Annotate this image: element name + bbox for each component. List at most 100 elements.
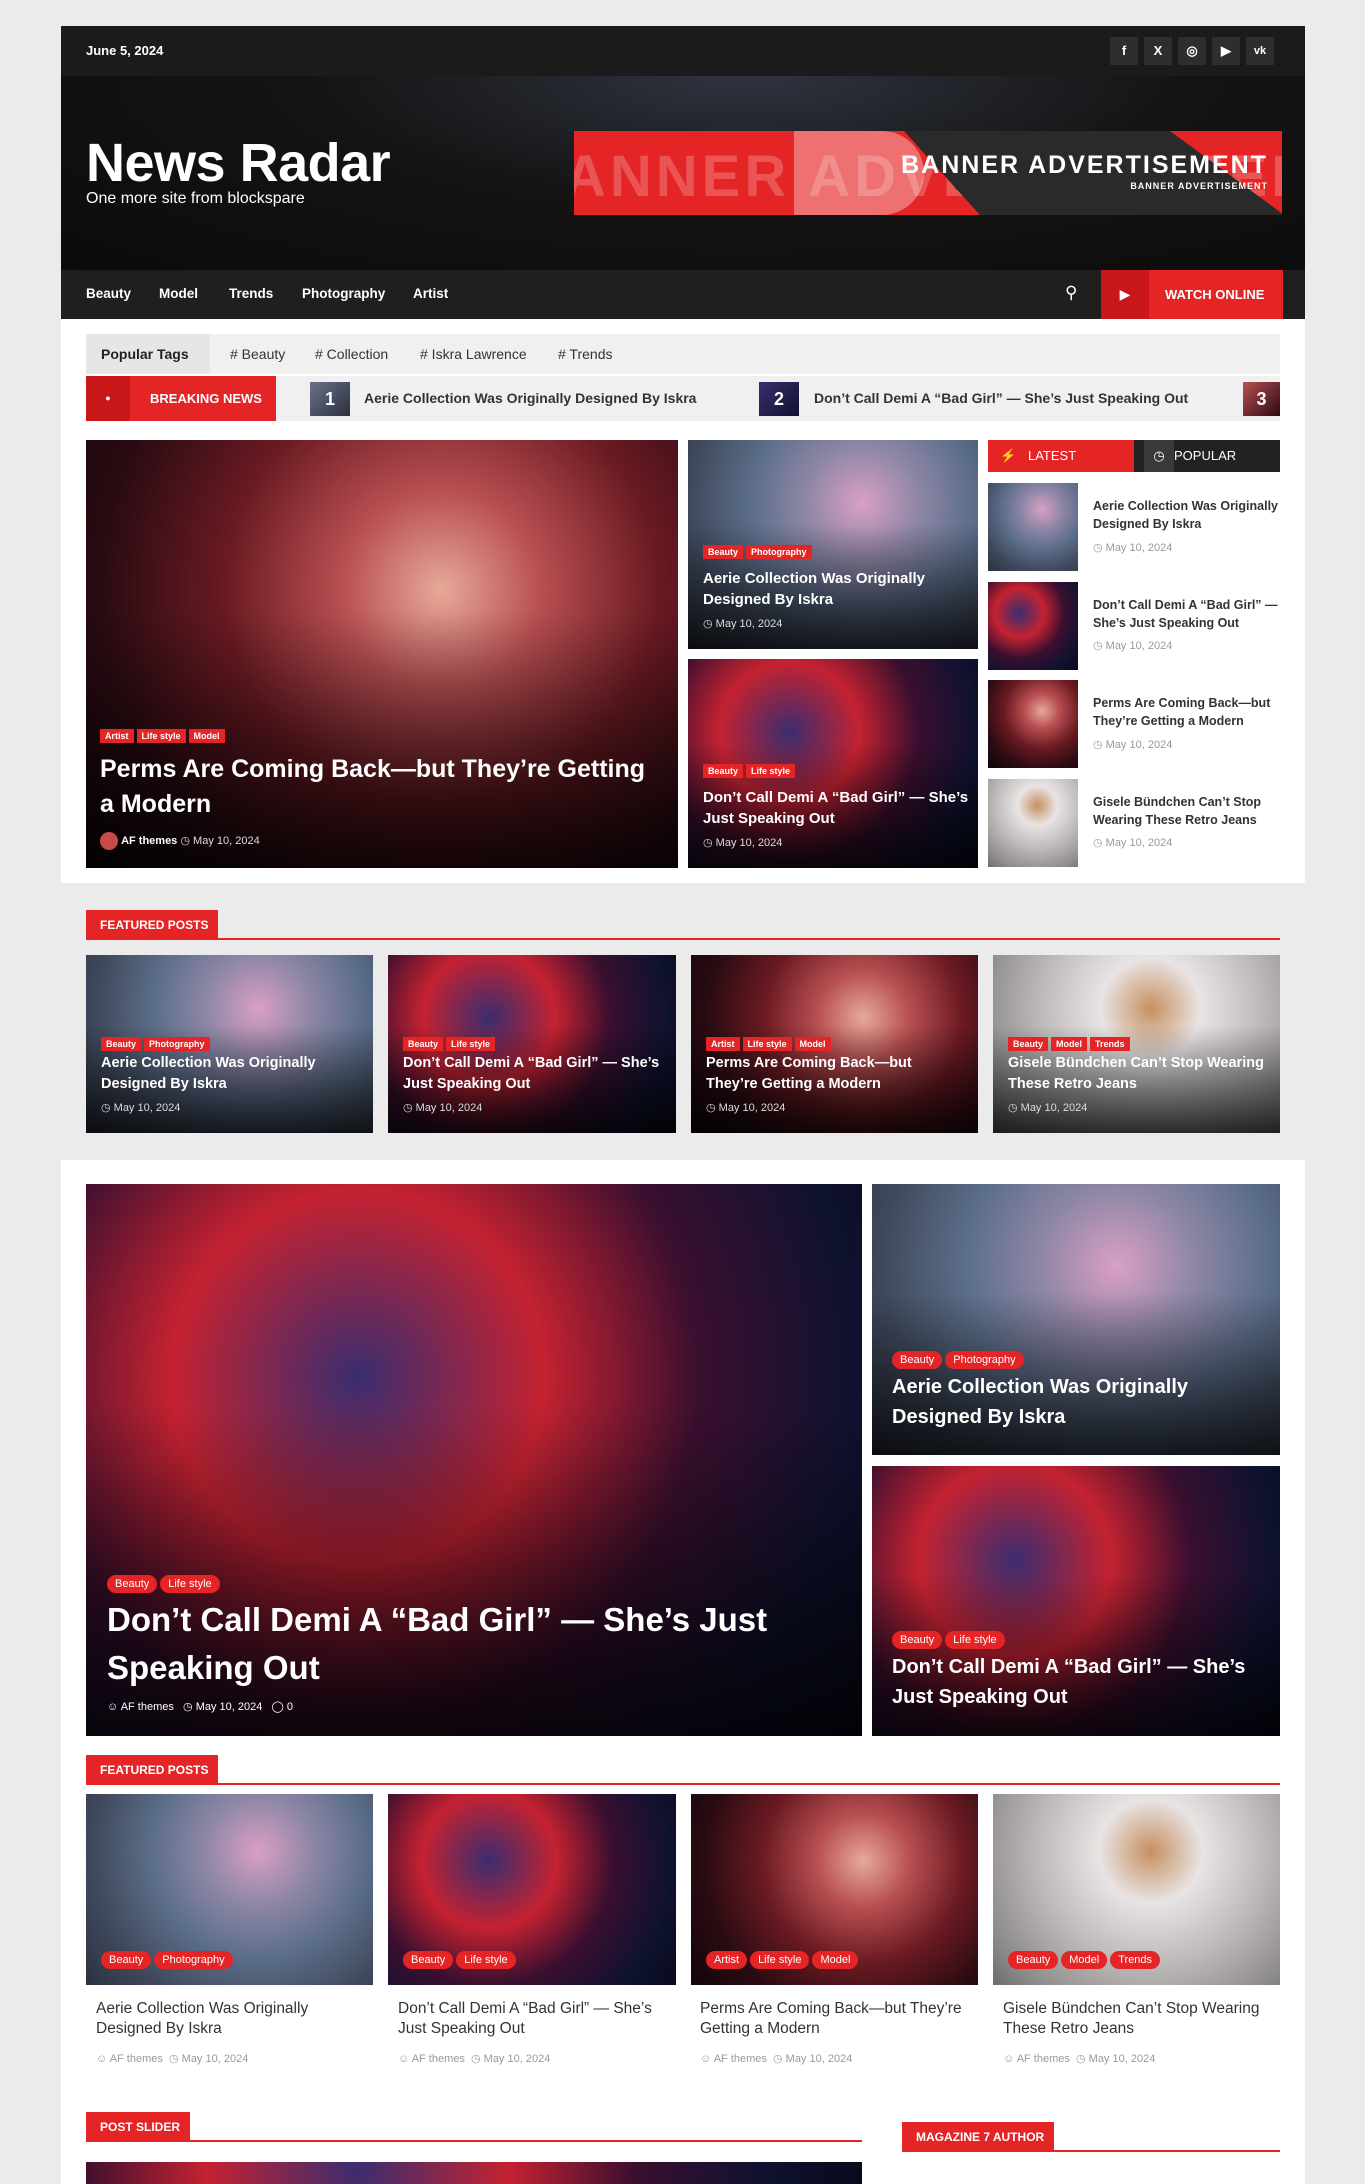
featured-card-thumb[interactable]: Beauty Photography: [86, 1794, 373, 1985]
post-author[interactable]: AF themes: [714, 2053, 767, 2065]
category-badge[interactable]: Model: [1061, 1951, 1108, 1969]
featured-card[interactable]: Artist Life style Model Perms Are Coming B…: [691, 955, 978, 1133]
ticker-thumb[interactable]: 3: [1243, 382, 1280, 416]
category-badge[interactable]: Life style: [945, 1631, 1005, 1649]
featured-card-thumb[interactable]: Beauty Model Trends: [993, 1794, 1280, 1985]
ticker-item-title[interactable]: Don’t Call Demi A “Bad Girl” — She’s Jus…: [814, 390, 1188, 406]
site-title[interactable]: News Radar: [86, 132, 391, 194]
ticker-item-title[interactable]: Aerie Collection Was Originally Designed…: [364, 390, 696, 406]
category-badge[interactable]: Beauty: [101, 1951, 152, 1969]
category-badge[interactable]: Artist: [706, 1951, 748, 1969]
post-title[interactable]: Don’t Call Demi A “Bad Girl” — She’s Jus…: [703, 787, 973, 829]
category-badge[interactable]: Life style: [160, 1575, 220, 1593]
big-main-post[interactable]: Beauty Life style Don’t Call Demi A “Bad …: [86, 1184, 862, 1736]
category-badge[interactable]: Trends: [1090, 1037, 1130, 1051]
post-title[interactable]: Don’t Call Demi A “Bad Girl” — She’s Jus…: [892, 1652, 1262, 1712]
post-author[interactable]: AF themes: [110, 2053, 163, 2065]
list-item-thumb[interactable]: [988, 680, 1078, 768]
featured-card-thumb[interactable]: Beauty Life style: [388, 1794, 676, 1985]
category-badge[interactable]: Photography: [746, 545, 812, 559]
category-badge[interactable]: Artist: [100, 729, 134, 743]
hero-mid-post-1[interactable]: Beauty Photography Aerie Collection Was O…: [688, 440, 978, 649]
category-badge[interactable]: Beauty: [703, 545, 744, 559]
category-badge[interactable]: Beauty: [403, 1951, 454, 1969]
ticker-thumb[interactable]: 2: [759, 382, 799, 416]
instagram-icon[interactable]: ◎: [1178, 37, 1206, 65]
list-item-title[interactable]: Gisele Bündchen Can’t Stop Wearing These…: [1093, 793, 1283, 829]
category-badge[interactable]: Model: [1051, 1037, 1088, 1051]
tab-latest[interactable]: ⚡ LATEST: [988, 440, 1134, 472]
tab-popular[interactable]: ◷ POPULAR: [1134, 440, 1280, 472]
tag-trends[interactable]: # Trends: [558, 346, 612, 362]
list-item-thumb[interactable]: [988, 779, 1078, 867]
post-author[interactable]: AF themes: [1017, 2053, 1070, 2065]
watch-online-button[interactable]: ▶ WATCH ONLINE: [1101, 270, 1283, 319]
category-badge[interactable]: Beauty: [403, 1037, 444, 1051]
category-badge[interactable]: Trends: [1110, 1951, 1161, 1969]
post-title[interactable]: Don’t Call Demi A “Bad Girl” — She’s Jus…: [107, 1596, 807, 1692]
category-badge[interactable]: Artist: [706, 1037, 740, 1051]
category-badge[interactable]: Life style: [136, 729, 186, 743]
category-badge[interactable]: Beauty: [107, 1575, 158, 1593]
category-badge[interactable]: Photography: [144, 1037, 210, 1051]
category-badge[interactable]: Model: [812, 1951, 859, 1969]
category-badge[interactable]: Model: [794, 1037, 831, 1051]
post-title[interactable]: Aerie Collection Was Originally Designed…: [101, 1053, 361, 1095]
tag-beauty[interactable]: # Beauty: [230, 346, 285, 362]
category-badge[interactable]: Beauty: [1008, 1951, 1059, 1969]
post-title[interactable]: Aerie Collection Was Originally Designed…: [892, 1372, 1262, 1432]
post-title[interactable]: Don’t Call Demi A “Bad Girl” — She’s Jus…: [403, 1053, 668, 1095]
list-item-title[interactable]: Perms Are Coming Back—but They’re Gettin…: [1093, 694, 1283, 730]
post-author[interactable]: AF themes: [121, 835, 177, 847]
comment-count[interactable]: 0: [287, 1701, 293, 1713]
list-item-title[interactable]: Don’t Call Demi A “Bad Girl” — She’s Jus…: [1093, 596, 1283, 632]
featured-card[interactable]: Beauty Photography Aerie Collection Was O…: [86, 955, 373, 1133]
featured-card[interactable]: Beauty Model Trends Gisele Bündchen Can’t …: [993, 955, 1280, 1133]
search-icon[interactable]: ⚲: [1065, 283, 1077, 303]
category-badge[interactable]: Life style: [456, 1951, 516, 1969]
ticker-thumb[interactable]: 1: [310, 382, 350, 416]
post-title[interactable]: Gisele Bündchen Can’t Stop Wearing These…: [1008, 1053, 1268, 1095]
youtube-icon[interactable]: ▶: [1212, 37, 1240, 65]
tag-collection[interactable]: # Collection: [315, 346, 388, 362]
facebook-icon[interactable]: f: [1110, 37, 1138, 65]
list-item-thumb[interactable]: [988, 582, 1078, 670]
vk-icon[interactable]: vk: [1246, 37, 1274, 65]
tag-iskra-lawrence[interactable]: # Iskra Lawrence: [420, 346, 527, 362]
nav-item-trends[interactable]: Trends: [229, 286, 273, 301]
category-badge[interactable]: Photography: [154, 1951, 233, 1969]
featured-card-thumb[interactable]: Artist Life style Model: [691, 1794, 978, 1985]
list-item-title[interactable]: Aerie Collection Was Originally Designed…: [1093, 497, 1283, 533]
featured-card[interactable]: Beauty Life style Don’t Call Demi A “Bad …: [388, 955, 676, 1133]
category-badge[interactable]: Beauty: [101, 1037, 142, 1051]
post-author[interactable]: AF themes: [121, 1701, 174, 1713]
post-title[interactable]: Aerie Collection Was Originally Designed…: [96, 1999, 366, 2039]
category-badge[interactable]: Life style: [446, 1037, 496, 1051]
category-badge[interactable]: Beauty: [892, 1351, 943, 1369]
hero-main-post[interactable]: Artist Life style Model Perms Are Coming B…: [86, 440, 678, 868]
category-badge[interactable]: Model: [188, 729, 225, 743]
hero-mid-post-2[interactable]: Beauty Life style Don’t Call Demi A “Bad …: [688, 659, 978, 868]
nav-item-artist[interactable]: Artist: [413, 286, 448, 301]
category-badge[interactable]: Beauty: [1008, 1037, 1049, 1051]
x-twitter-icon[interactable]: X: [1144, 37, 1172, 65]
category-badge[interactable]: Life style: [742, 1037, 792, 1051]
nav-item-beauty[interactable]: Beauty: [86, 286, 131, 301]
post-title[interactable]: Gisele Bündchen Can’t Stop Wearing These…: [1003, 1999, 1273, 2039]
list-item-thumb[interactable]: [988, 483, 1078, 571]
category-badge[interactable]: Life style: [750, 1951, 810, 1969]
post-title[interactable]: Perms Are Coming Back—but They’re Gettin…: [700, 1999, 970, 2039]
category-badge[interactable]: Life style: [746, 764, 796, 778]
category-badge[interactable]: Beauty: [703, 764, 744, 778]
big-side-post-2[interactable]: Beauty Life style Don’t Call Demi A “Bad …: [872, 1466, 1280, 1736]
post-title[interactable]: Don’t Call Demi A “Bad Girl” — She’s Jus…: [398, 1999, 668, 2039]
big-side-post-1[interactable]: Beauty Photography Aerie Collection Was O…: [872, 1184, 1280, 1455]
post-author[interactable]: AF themes: [412, 2053, 465, 2065]
post-title[interactable]: Aerie Collection Was Originally Designed…: [703, 568, 968, 610]
post-title[interactable]: Perms Are Coming Back—but They’re Gettin…: [100, 752, 660, 822]
category-badge[interactable]: Photography: [945, 1351, 1024, 1369]
category-badge[interactable]: Beauty: [892, 1631, 943, 1649]
nav-item-model[interactable]: Model: [159, 286, 198, 301]
post-title[interactable]: Perms Are Coming Back—but They’re Gettin…: [706, 1053, 966, 1095]
nav-item-photography[interactable]: Photography: [302, 286, 385, 301]
